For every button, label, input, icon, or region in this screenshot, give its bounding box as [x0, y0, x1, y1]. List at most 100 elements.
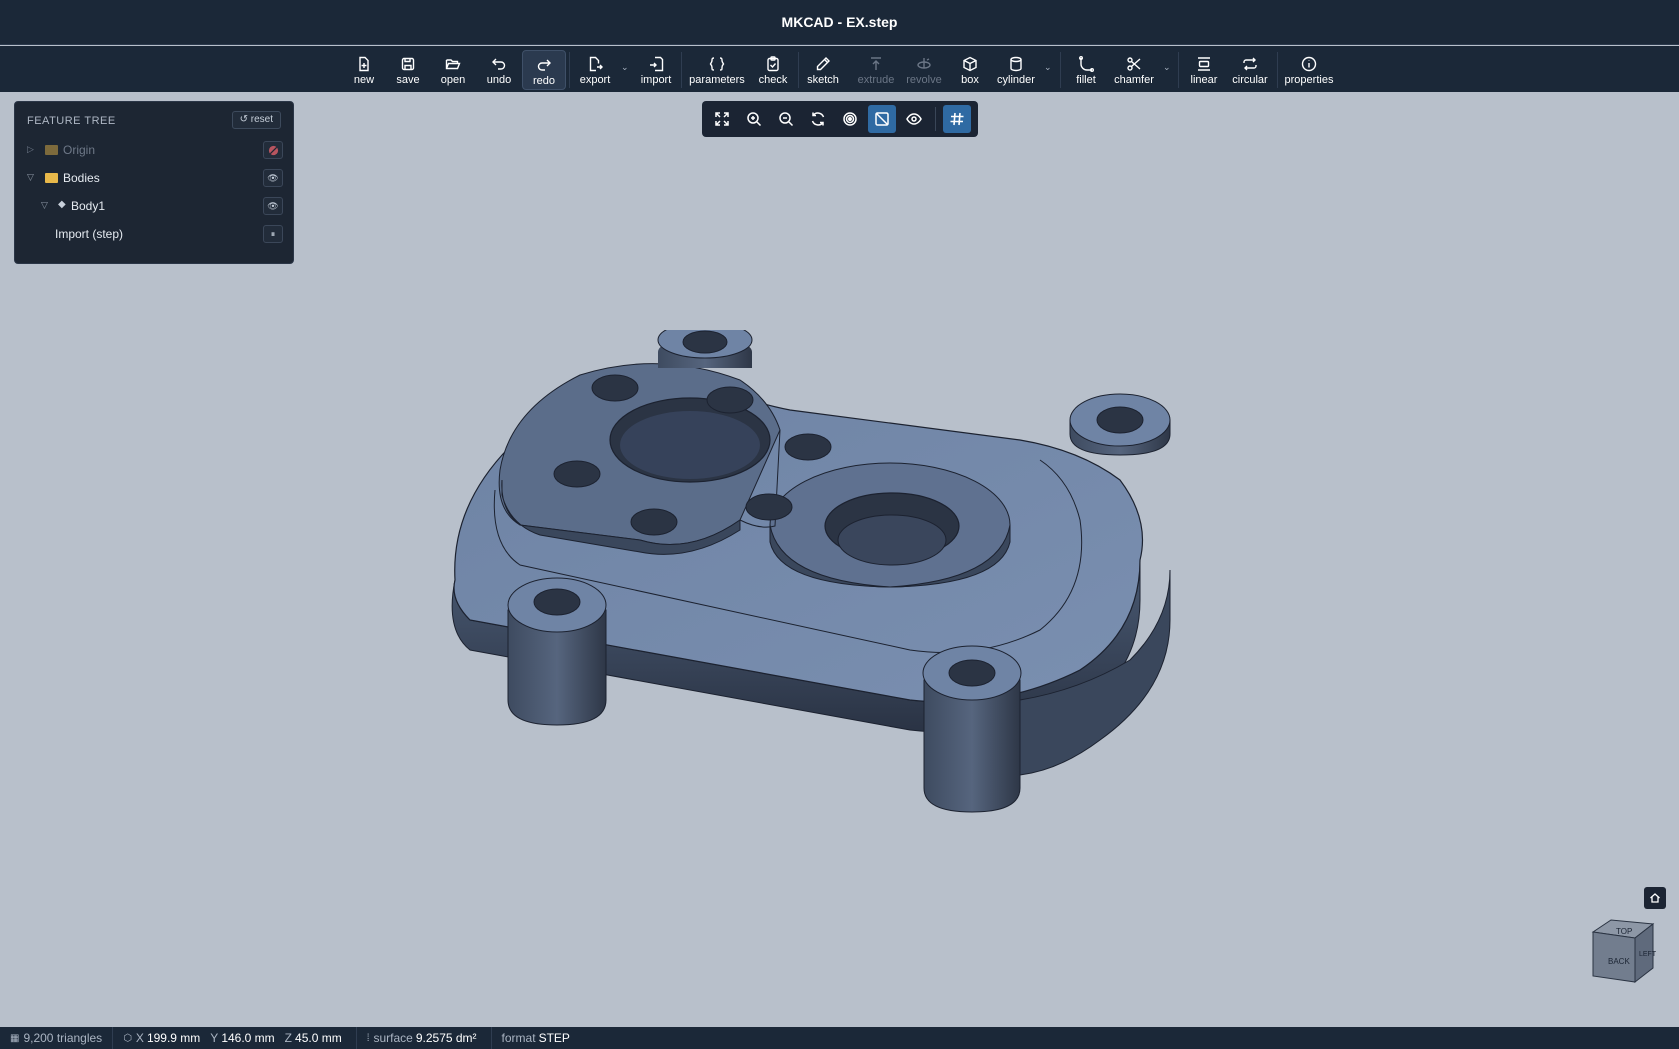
x-label: X: [135, 1031, 144, 1045]
z-label: Z: [284, 1031, 293, 1045]
extrude-label: extrude: [857, 74, 895, 86]
tree-item-label: Bodies: [63, 171, 100, 185]
box-button[interactable]: box: [956, 50, 984, 90]
undo-label: undo: [486, 74, 512, 86]
export-dropdown-caret[interactable]: ⌄: [621, 62, 629, 73]
rotate-view-button[interactable]: [804, 105, 832, 133]
undo-icon: [492, 58, 506, 70]
fit-view-button[interactable]: [708, 105, 736, 133]
expand-icon[interactable]: ▷: [27, 144, 34, 155]
surface-area: ⁞ surface 9.2575 dm²: [357, 1027, 492, 1049]
triangle-count-text: 9,200 triangles: [23, 1031, 103, 1045]
folder-open-icon: [445, 59, 461, 70]
info-icon: [1301, 56, 1317, 72]
surface-label: surface: [373, 1031, 413, 1045]
title-bar: MKCAD - EX.step: [0, 0, 1679, 45]
hidden-icon[interactable]: [263, 141, 283, 159]
save-button[interactable]: save: [394, 50, 422, 90]
circular-pattern-button[interactable]: circular: [1230, 50, 1270, 90]
toolbar-separator: [569, 52, 570, 88]
zoom-in-icon: [747, 112, 762, 127]
fillet-label: fillet: [1076, 74, 1096, 86]
cad-model-viewport[interactable]: [440, 330, 1240, 820]
hash-icon: [950, 112, 964, 126]
linear-pattern-icon: [1198, 57, 1210, 71]
tree-item-bodies[interactable]: ▽ Bodies 👁: [15, 165, 295, 191]
no-image-icon: [875, 112, 889, 126]
cylinder-icon: [1010, 56, 1022, 72]
sketch-button[interactable]: sketch: [806, 50, 840, 90]
tree-item-body1[interactable]: ▽ ◆ Body1 👁: [15, 193, 295, 219]
open-button[interactable]: open: [438, 50, 468, 90]
surface-value: 9.2575 dm²: [415, 1031, 477, 1045]
tree-item-origin[interactable]: ▷ Origin: [15, 137, 295, 163]
tree-item-label: Origin: [63, 143, 96, 157]
feature-tree-title: FEATURE TREE: [27, 115, 116, 127]
undo-button[interactable]: undo: [484, 50, 514, 90]
new-label: new: [353, 74, 375, 86]
hide-edges-toggle[interactable]: [868, 105, 896, 133]
revolve-label: revolve: [906, 74, 942, 86]
fillet-button[interactable]: fillet: [1070, 50, 1102, 90]
pause-icon[interactable]: ⏸: [263, 225, 283, 243]
status-bar: ▦ 9,200 triangles ⬡ X 199.9 mm Y 146.0 mm …: [0, 1027, 1679, 1049]
home-view-button[interactable]: [1644, 887, 1666, 909]
primitive-dropdown-caret[interactable]: ⌄: [1044, 62, 1052, 73]
tree-item-label: Body1: [71, 199, 106, 213]
target-button[interactable]: [836, 105, 864, 133]
chamfer-button[interactable]: chamfer: [1112, 50, 1156, 90]
clipboard-check-icon: [767, 56, 779, 72]
folder-icon: [45, 173, 58, 183]
grid-icon: ▦: [10, 1032, 20, 1044]
collapse-icon[interactable]: ▽: [41, 200, 48, 211]
view-toolbar-separator: [935, 107, 936, 131]
viewcube-side-label[interactable]: LEFT: [1639, 951, 1657, 958]
toolbar-separator: [798, 52, 799, 88]
check-button[interactable]: check: [756, 50, 790, 90]
redo-button[interactable]: redo: [522, 50, 566, 90]
y-label: Y: [210, 1031, 219, 1045]
bounding-box-dimensions: ⬡ X 199.9 mm Y 146.0 mm Z 45.0 mm: [113, 1027, 357, 1049]
extrude-icon: [871, 57, 881, 70]
view-cube[interactable]: TOP BACK LEFT: [1585, 912, 1660, 992]
import-button[interactable]: import: [639, 50, 673, 90]
save-icon: [401, 57, 415, 71]
linear-label: linear: [1190, 74, 1218, 86]
redo-icon: [537, 59, 551, 71]
reset-button[interactable]: ↺ reset: [231, 111, 281, 129]
view-toolbar: [702, 101, 978, 137]
home-icon: [1650, 893, 1660, 903]
extrude-button[interactable]: extrude: [856, 50, 896, 90]
folder-icon: [45, 145, 58, 155]
linear-pattern-button[interactable]: linear: [1188, 50, 1220, 90]
revolve-button[interactable]: revolve: [904, 50, 944, 90]
eye-icon[interactable]: 👁: [263, 197, 283, 215]
zoom-out-button[interactable]: [772, 105, 800, 133]
export-button[interactable]: export: [578, 50, 612, 90]
open-label: open: [440, 74, 466, 86]
edge-dropdown-caret[interactable]: ⌄: [1163, 62, 1171, 73]
tree-item-import-step[interactable]: Import (step) ⏸: [15, 221, 295, 247]
cylinder-button[interactable]: cylinder: [996, 50, 1036, 90]
import-label: import: [640, 74, 672, 86]
pencil-icon: [816, 57, 830, 71]
properties-button[interactable]: properties: [1283, 50, 1335, 90]
new-button[interactable]: new: [350, 50, 378, 90]
parameters-button[interactable]: parameters: [688, 50, 746, 90]
parameters-label: parameters: [689, 74, 745, 86]
feature-tree-panel: FEATURE TREE ↺ reset ▷ Origin ▽ Bodies 👁…: [14, 101, 294, 264]
model-body: [451, 330, 1171, 813]
eye-icon[interactable]: 👁: [263, 169, 283, 187]
window-title: MKCAD - EX.step: [781, 14, 898, 30]
grid-toggle[interactable]: [943, 105, 971, 133]
viewcube-front-label[interactable]: BACK: [1608, 957, 1630, 966]
viewcube-top-label[interactable]: TOP: [1616, 927, 1632, 936]
collapse-icon[interactable]: ▽: [27, 172, 34, 183]
cube-icon: [963, 56, 977, 72]
check-label: check: [758, 74, 788, 86]
tree-item-label: Import (step): [55, 227, 124, 241]
visibility-button[interactable]: [900, 105, 928, 133]
zoom-in-button[interactable]: [740, 105, 768, 133]
toolbar-separator: [681, 52, 682, 88]
box-label: box: [961, 74, 979, 86]
